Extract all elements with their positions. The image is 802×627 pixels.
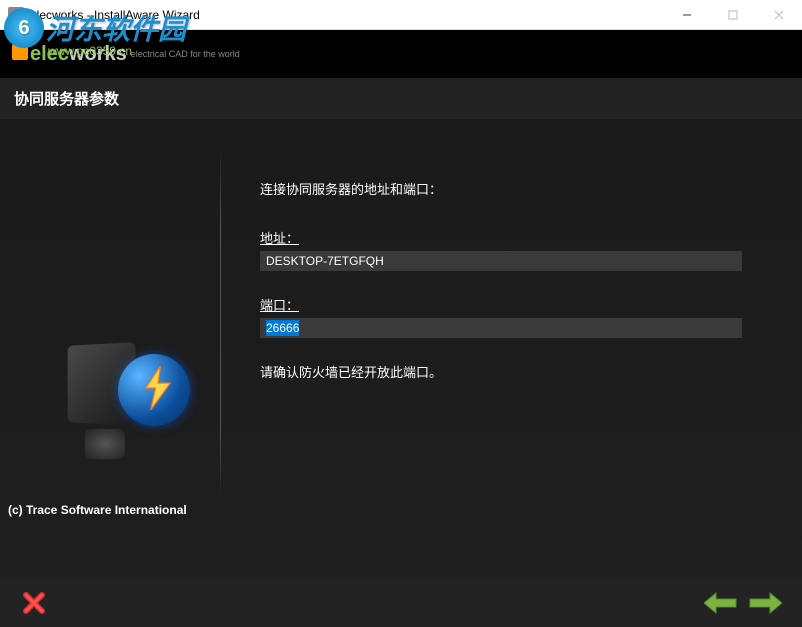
window-controls [664,0,802,30]
close-icon [774,10,784,20]
side-graphic [40,139,220,559]
minimize-button[interactable] [664,0,710,30]
logo-band: elec works electrical CAD for the world [0,30,802,78]
plug-icon [12,44,28,60]
window-titlebar: elecworks - InstallAware Wizard [0,0,802,30]
lightning-icon [143,366,173,410]
address-label: 地址： [260,228,742,247]
form-prompt: 连接协同服务器的地址和端口： [260,179,742,198]
app-icon [8,7,24,23]
form-area: 连接协同服务器的地址和端口： 地址： DESKTOP-7ETGFQH 端口： 2… [220,139,762,559]
logo-part2: works [69,43,127,66]
footer-bar [0,579,802,627]
next-button[interactable] [748,591,782,615]
port-field-block: 端口： 26666 [260,295,742,338]
address-value: DESKTOP-7ETGFQH [266,254,384,268]
address-input[interactable]: DESKTOP-7ETGFQH [260,251,742,271]
maximize-button [710,0,756,30]
minimize-icon [682,10,692,20]
port-label: 端口： [260,295,742,314]
copyright-text: (c) Trace Software International [4,497,191,523]
window-title: elecworks - InstallAware Wizard [30,8,664,22]
maximize-icon [728,10,738,20]
port-value: 26666 [266,320,299,336]
vertical-divider [220,149,221,499]
page-title: 协同服务器参数 [14,88,788,109]
close-button [756,0,802,30]
installer-body: elec works electrical CAD for the world … [0,30,802,627]
logo-part1: elec [30,43,69,66]
page-header: 协同服务器参数 [0,78,802,119]
address-field-block: 地址： DESKTOP-7ETGFQH [260,228,742,271]
port-input[interactable]: 26666 [260,318,742,338]
server-globe-icon [65,324,195,454]
back-button[interactable] [704,591,738,615]
firewall-note: 请确认防火墙已经开放此端口。 [260,362,742,381]
product-logo: elec works [12,43,127,66]
content-area: 连接协同服务器的地址和端口： 地址： DESKTOP-7ETGFQH 端口： 2… [0,119,802,579]
cancel-button[interactable] [20,589,48,617]
logo-tagline: electrical CAD for the world [131,49,240,59]
